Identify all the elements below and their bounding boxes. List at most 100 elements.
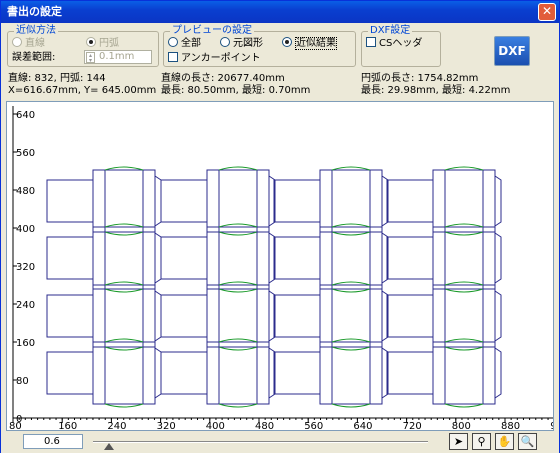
shape-outline (160, 294, 208, 338)
shape-outline (273, 179, 321, 223)
zoom-slider-track[interactable] (93, 441, 428, 443)
shape-outline (432, 341, 496, 405)
line-min-max: 最長: 80.50mm, 最短: 0.70mm (161, 85, 311, 96)
radio-approx-result[interactable]: 近似結果 (282, 37, 337, 50)
x-tick-label: 480 (255, 421, 274, 430)
print-preview-tool-icon[interactable]: 🔍 (518, 433, 537, 450)
shape-outline (206, 226, 270, 290)
zoom-input[interactable]: 0.6 (23, 434, 83, 449)
stepper-arrows-icon[interactable]: ▴ ▾ (86, 52, 95, 64)
shape-outline (273, 351, 321, 395)
shape-outline (46, 294, 94, 338)
title-bar: 書出の設定 ✕ (1, 1, 559, 23)
box-template (386, 338, 502, 408)
close-button[interactable]: ✕ (538, 3, 556, 21)
y-tick-label: 240 (16, 300, 35, 311)
dxf-export-button[interactable]: DXF (494, 36, 530, 66)
shape-outline (386, 351, 434, 395)
radio-line[interactable]: 直線 (12, 37, 45, 50)
y-tick-label: 400 (16, 224, 35, 235)
axis-layer: 640 560 480 400 320 240 160 800 80 160 240 320 400 48… (9, 106, 553, 430)
zoom-tool-icon[interactable]: ⚲ (472, 433, 491, 450)
shape-outline (319, 226, 383, 290)
tolerance-value: 0.1mm (99, 51, 135, 62)
preview-canvas[interactable]: 640 560 480 400 320 240 160 800 80 160 240 320 400 48… (6, 101, 554, 431)
box-template (386, 281, 502, 351)
arc-length: 円弧の長さ: 1754.82mm (361, 73, 479, 84)
zoom-slider-thumb[interactable] (104, 443, 114, 450)
dxf-settings-group: DXF設定 CSヘッダ (361, 25, 441, 67)
shape-outline (432, 284, 496, 348)
arrow-tool-icon[interactable]: ➤ (449, 433, 468, 450)
shape-outline (160, 236, 208, 280)
shape-outline (432, 226, 496, 290)
y-tick-label: 640 (16, 110, 35, 121)
shape-line (154, 232, 162, 284)
preview-settings-group: プレビューの設定 全部 元図形 近似結果 アンカーポイント (163, 25, 356, 67)
x-tick-label: 320 (157, 421, 176, 430)
box-template (160, 338, 276, 408)
arc-min-max: 最長: 29.98mm, 最短: 4.22mm (361, 85, 511, 96)
y-tick-label: 160 (16, 338, 35, 349)
preview-settings-title: プレビューの設定 (170, 25, 254, 37)
window-title: 書出の設定 (7, 5, 62, 18)
cs-header-checkbox[interactable]: CSヘッダ (366, 37, 422, 50)
radio-circle (220, 37, 230, 47)
box-template (160, 223, 276, 293)
box-template (160, 166, 276, 236)
x-tick-label: 640 (353, 421, 372, 430)
y-tick-label: 320 (16, 262, 35, 273)
y-tick-label: 560 (16, 148, 35, 159)
radio-original[interactable]: 元図形 (220, 37, 263, 50)
shape-line (494, 232, 502, 284)
preview-drawing: 640 560 480 400 320 240 160 800 80 160 240 320 400 48… (9, 106, 553, 430)
x-tick-label: 400 (206, 421, 225, 430)
box-template (160, 281, 276, 351)
shape-outline (160, 351, 208, 395)
shape-outline (319, 169, 383, 233)
shape-line (494, 347, 502, 399)
hand-tool-icon[interactable]: ✋ (495, 433, 514, 450)
tolerance-stepper[interactable]: ▴ ▾ 0.1mm (84, 50, 152, 64)
shape-outline (432, 169, 496, 233)
dxf-settings-title: DXF設定 (368, 25, 413, 37)
shape-layer (46, 166, 502, 408)
y-tick-label: 480 (16, 186, 35, 197)
box-template (386, 166, 502, 236)
shape-outline (273, 294, 321, 338)
approx-method-group: 近似方法 直線 円弧 誤差範囲: ▴ ▾ 0.1mm (7, 25, 159, 67)
shape-outline (206, 284, 270, 348)
export-settings-window: 書出の設定 ✕ 近似方法 直線 円弧 誤差範囲: ▴ ▾ 0.1mm プレビューの… (0, 0, 560, 453)
shape-line (154, 347, 162, 399)
shape-outline (319, 341, 383, 405)
approx-method-title: 近似方法 (14, 25, 58, 37)
shape-outline (46, 179, 94, 223)
radio-all[interactable]: 全部 (168, 37, 201, 50)
box-template (273, 166, 389, 236)
shape-outline (206, 341, 270, 405)
box-template (273, 281, 389, 351)
x-tick-label: 720 (403, 421, 422, 430)
box-template (273, 338, 389, 408)
checkbox-box (168, 52, 178, 62)
shape-outline (46, 351, 94, 395)
anchor-point-checkbox[interactable]: アンカーポイント (168, 52, 261, 65)
x-tick-label: 800 (452, 421, 471, 430)
shape-line (494, 175, 502, 227)
radio-arc[interactable]: 円弧 (86, 37, 119, 50)
box-template (46, 166, 162, 236)
box-template (386, 223, 502, 293)
shape-outline (319, 284, 383, 348)
radio-circle (12, 37, 22, 47)
status-bar: 0.6 ➤ ⚲ ✋ 🔍 (1, 431, 559, 453)
shape-line (494, 290, 502, 342)
cursor-position: X=616.67mm, Y= 645.00mm (8, 85, 157, 96)
y-tick-label: 80 (16, 376, 29, 387)
shape-outline (386, 236, 434, 280)
x-tick-label: 880 (501, 421, 520, 430)
box-template (273, 223, 389, 293)
shape-outline (386, 179, 434, 223)
shape-outline (273, 236, 321, 280)
x-tick-label: 80 (9, 421, 22, 430)
x-tick-label: 160 (58, 421, 77, 430)
